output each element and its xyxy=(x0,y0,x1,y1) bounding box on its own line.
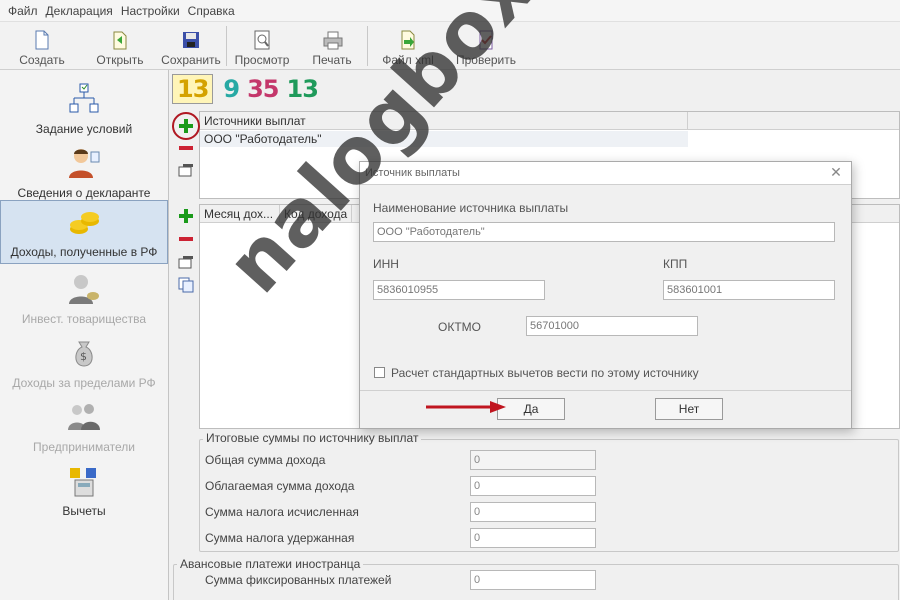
sidebar-item-income-rf[interactable]: Доходы, полученные в РФ xyxy=(0,200,168,264)
minus-icon xyxy=(179,237,193,241)
table-row[interactable]: ООО "Работодатель" xyxy=(200,131,688,147)
source-name-input[interactable]: ООО "Работодатель" xyxy=(373,222,835,242)
printer-icon xyxy=(323,30,343,50)
print-label: Печать xyxy=(312,53,352,67)
kpp-input[interactable]: 583601001 xyxy=(663,280,835,300)
tab-9[interactable]: 9 xyxy=(219,75,243,103)
page-tabs: 13 9 35 13 xyxy=(172,72,322,106)
svg-text:$: $ xyxy=(80,350,87,363)
new-document-icon xyxy=(33,30,51,50)
taxable-income-label: Облагаемая сумма дохода xyxy=(205,479,355,493)
sidebar-item-declarant[interactable]: Сведения о декларанте xyxy=(0,140,168,204)
sidebar-item-label: Вычеты xyxy=(62,504,106,518)
create-label: Создать xyxy=(19,53,65,67)
coins-icon xyxy=(67,205,101,239)
tab-13[interactable]: 13 xyxy=(283,75,322,103)
standard-deductions-label: Расчет стандартных вычетов вести по этом… xyxy=(391,366,699,380)
copy-icon xyxy=(178,277,194,293)
oktmo-label: ОКТМО xyxy=(438,320,481,334)
total-income-label: Общая сумма дохода xyxy=(205,453,326,467)
print-button[interactable]: Печать xyxy=(297,22,367,70)
menu-declaration[interactable]: Декларация xyxy=(46,4,113,18)
preview-icon xyxy=(253,30,271,50)
open-button[interactable]: Открыть xyxy=(84,22,156,70)
menu-file[interactable]: Файл xyxy=(8,4,38,18)
open-document-icon xyxy=(111,30,129,50)
tax-withheld-label: Сумма налога удержанная xyxy=(205,531,355,545)
edit-source-button[interactable] xyxy=(177,161,195,179)
highlight-circle xyxy=(172,112,200,140)
copy-income-button[interactable] xyxy=(177,276,195,294)
menu-settings[interactable]: Настройки xyxy=(121,4,180,18)
fixed-payments-label: Сумма фиксированных платежей xyxy=(205,573,392,587)
floppy-disk-icon xyxy=(182,30,200,50)
remove-income-button[interactable] xyxy=(177,230,195,248)
save-button[interactable]: Сохранить xyxy=(156,22,226,70)
fixed-payments-field[interactable]: 0 xyxy=(470,570,596,590)
sidebar-item-income-abroad[interactable]: $ Доходы за пределами РФ xyxy=(0,330,168,394)
create-button[interactable]: Создать xyxy=(0,22,84,70)
edit-icon xyxy=(178,164,193,177)
total-income-field: 0 xyxy=(470,450,596,470)
calculator-coins-icon xyxy=(67,464,101,498)
taxable-income-field[interactable]: 0 xyxy=(470,476,596,496)
money-bag-icon: $ xyxy=(67,336,101,370)
no-button[interactable]: Нет xyxy=(655,398,723,420)
person-icon xyxy=(67,146,101,180)
sidebar-item-label: Инвест. товарищества xyxy=(21,312,147,326)
group-people-icon xyxy=(67,400,101,434)
tax-calculated-label: Сумма налога исчисленная xyxy=(205,505,359,519)
sources-grid-header: Источники выплат xyxy=(200,111,899,130)
add-income-button[interactable] xyxy=(177,207,195,225)
sidebar-item-entrepreneurs[interactable]: Предприниматели xyxy=(0,394,168,458)
open-label: Открыть xyxy=(96,53,144,67)
inn-label: ИНН xyxy=(373,257,399,271)
sidebar-item-label: Сведения о декларанте xyxy=(17,186,151,200)
preview-label: Просмотр xyxy=(234,53,290,67)
tab-35[interactable]: 35 xyxy=(243,75,282,103)
sidebar-item-label: Доходы за пределами РФ xyxy=(12,376,156,390)
yes-button[interactable]: Да xyxy=(497,398,565,420)
minus-icon xyxy=(179,146,193,150)
totals-group-title: Итоговые суммы по источнику выплат xyxy=(203,431,422,445)
kpp-label: КПП xyxy=(663,257,688,271)
tax-withheld-field[interactable]: 0 xyxy=(470,528,596,548)
save-label: Сохранить xyxy=(161,53,221,67)
sidebar: Задание условий Сведения о декларанте До… xyxy=(0,70,169,600)
tab-13-active[interactable]: 13 xyxy=(172,74,214,104)
button-divider xyxy=(360,390,851,391)
menu-help[interactable]: Справка xyxy=(188,4,235,18)
inn-input[interactable]: 5836010955 xyxy=(373,280,545,300)
sidebar-item-label: Доходы, полученные в РФ xyxy=(10,245,158,259)
sidebar-item-investment[interactable]: Инвест. товарищества xyxy=(0,266,168,330)
oktmo-input[interactable]: 56701000 xyxy=(526,316,698,336)
standard-deductions-checkbox[interactable] xyxy=(374,367,385,378)
title-divider xyxy=(360,184,851,185)
advance-group-title: Авансовые платежи иностранца xyxy=(177,557,364,571)
arrow-annotation-icon xyxy=(426,401,506,413)
preview-button[interactable]: Просмотр xyxy=(227,22,297,70)
edit-income-button[interactable] xyxy=(177,253,195,271)
remove-source-button[interactable] xyxy=(177,139,195,157)
source-name-label: Наименование источника выплаты xyxy=(373,201,569,215)
dialog-title-bar: Источник выплаты xyxy=(360,162,851,184)
sidebar-item-label: Предприниматели xyxy=(33,440,135,454)
hierarchy-icon xyxy=(67,82,101,116)
sidebar-item-deductions[interactable]: Вычеты xyxy=(0,458,168,522)
business-person-icon xyxy=(67,272,101,306)
tax-calculated-field[interactable]: 0 xyxy=(470,502,596,522)
sidebar-item-conditions[interactable]: Задание условий xyxy=(0,76,168,140)
plus-icon-part xyxy=(184,209,188,223)
edit-icon xyxy=(178,256,193,269)
source-dialog: Источник выплаты ✕ Наименование источник… xyxy=(359,161,852,429)
sidebar-item-label: Задание условий xyxy=(35,122,133,136)
close-icon[interactable]: ✕ xyxy=(827,164,845,181)
